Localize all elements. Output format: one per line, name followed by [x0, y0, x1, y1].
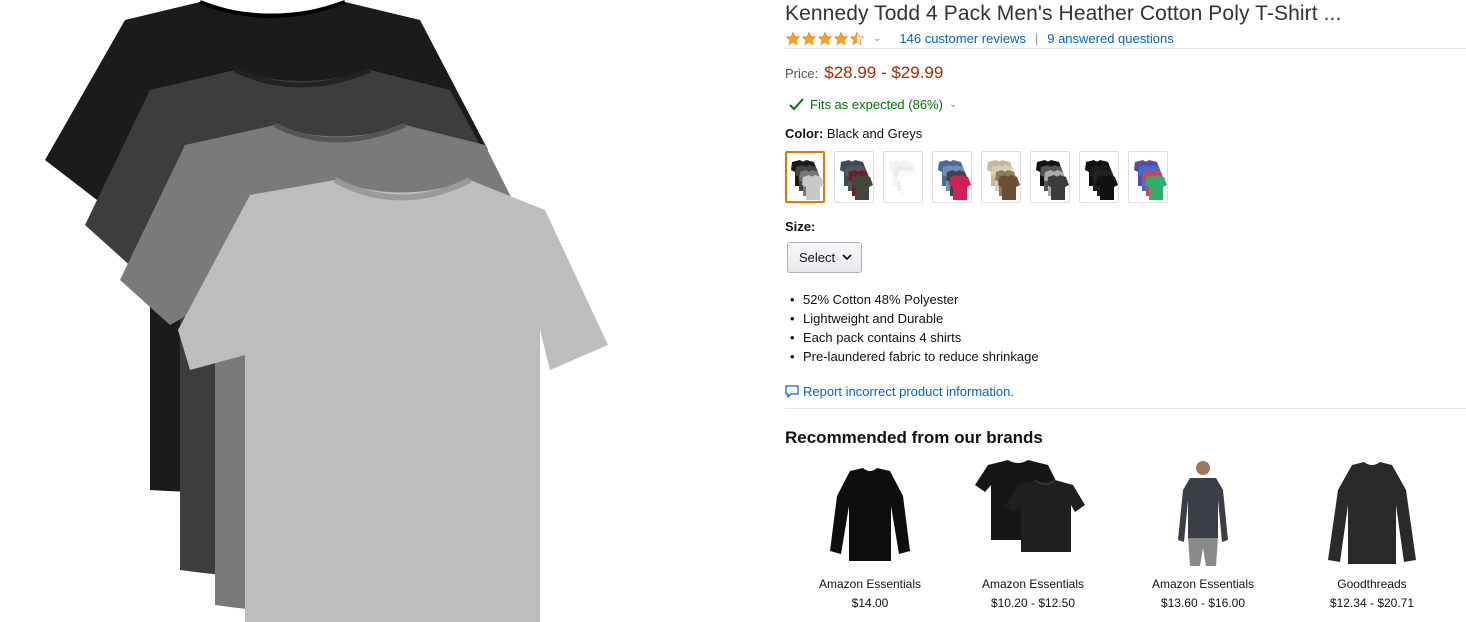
feature-bullet: Lightweight and Durable	[790, 309, 1039, 328]
fit-chevron-down-icon: ⌄	[948, 99, 958, 110]
swatch-tshirt-image	[791, 160, 824, 200]
recommended-item[interactable]: Goodthreads $12.34 - $20.71	[1287, 456, 1457, 610]
product-main-image[interactable]	[0, 0, 780, 622]
product-detail-panel: Kennedy Todd 4 Pack Men's Heather Cotton…	[785, 0, 1466, 622]
recommended-brand: Amazon Essentials	[1151, 577, 1255, 591]
customer-reviews-link[interactable]: 146 customer reviews	[899, 31, 1025, 46]
divider-line	[785, 48, 1466, 49]
price-label: Price:	[785, 66, 819, 81]
color-swatch-list	[785, 151, 1177, 203]
star-rating[interactable]	[785, 30, 865, 46]
product-title: Kennedy Todd 4 Pack Men's Heather Cotton…	[785, 2, 1342, 25]
color-swatch[interactable]	[785, 151, 825, 203]
color-selection-label: Color: Black and Greys	[785, 126, 922, 141]
recommended-item[interactable]: Amazon Essentials $13.60 - $16.00	[1118, 456, 1288, 610]
size-label: Size:	[785, 219, 816, 234]
color-swatch[interactable]	[1030, 151, 1070, 203]
feature-bullets: 52% Cotton 48% PolyesterLightweight and …	[790, 290, 1039, 366]
divider: |	[1034, 30, 1039, 46]
recommended-brand: Amazon Essentials	[981, 577, 1085, 591]
tshirt-stack-image	[45, 0, 608, 622]
star-full-icon	[833, 30, 849, 45]
color-swatch[interactable]	[883, 151, 923, 203]
report-link-text: Report incorrect product information.	[803, 384, 1014, 399]
swatch-tshirt-image	[1134, 160, 1167, 200]
feature-bullet: Pre-laundered fabric to reduce shrinkage	[790, 347, 1039, 366]
color-label: Color:	[785, 126, 824, 141]
price-value: $28.99 - $29.99	[824, 63, 944, 82]
recommended-products: Amazon Essentials $14.00 Amazon Essentia…	[785, 456, 1466, 622]
swatch-tshirt-image	[840, 160, 873, 200]
recommended-brand: Goodthreads	[1337, 577, 1407, 591]
report-incorrect-info-link[interactable]: Report incorrect product information.	[785, 384, 1014, 399]
star-full-icon	[817, 30, 833, 45]
tshirt-2pack-image	[975, 460, 1085, 552]
fit-indicator[interactable]: Fits as expected (86%) ⌄	[789, 97, 957, 112]
star-full-icon	[801, 30, 817, 45]
answered-questions-link[interactable]: 9 answered questions	[1047, 31, 1173, 46]
model-long-sleeve-image	[1178, 461, 1228, 566]
fit-text: Fits as expected (86%)	[810, 97, 943, 112]
rating-row: ⌄ 146 customer reviews | 9 answered ques…	[785, 30, 1174, 46]
recommended-brand: Amazon Essentials	[818, 577, 922, 591]
price-row: Price: $28.99 - $29.99	[785, 63, 943, 83]
color-swatch[interactable]	[981, 151, 1021, 203]
henley-sweater-image	[1328, 462, 1416, 564]
color-swatch[interactable]	[1079, 151, 1119, 203]
star-half-icon	[849, 30, 865, 45]
checkmark-icon	[789, 98, 804, 111]
recommended-section-title: Recommended from our brands	[785, 428, 1043, 447]
recommended-price: $10.20 - $12.50	[990, 596, 1076, 610]
recommended-price: $12.34 - $20.71	[1329, 596, 1415, 610]
comment-icon	[785, 385, 799, 398]
color-value: Black and Greys	[826, 126, 923, 141]
color-swatch[interactable]	[834, 151, 874, 203]
star-full-icon	[785, 30, 801, 45]
color-swatch[interactable]	[1128, 151, 1168, 203]
long-sleeve-shirt-image	[830, 468, 910, 561]
chevron-down-icon	[842, 254, 852, 261]
recommended-item[interactable]: Amazon Essentials $10.20 - $12.50	[948, 456, 1118, 610]
feature-bullet: Each pack contains 4 shirts	[790, 328, 1039, 347]
swatch-tshirt-image	[1085, 160, 1118, 200]
recommended-item[interactable]: Amazon Essentials $14.00	[785, 456, 955, 610]
swatch-tshirt-image	[889, 160, 922, 200]
feature-bullet: 52% Cotton 48% Polyester	[790, 290, 1039, 309]
rating-chevron-down-icon[interactable]: ⌄	[873, 33, 881, 44]
size-dropdown-value: Select	[799, 250, 836, 265]
swatch-tshirt-image	[1036, 160, 1069, 200]
swatch-tshirt-image	[938, 160, 971, 200]
divider-line	[785, 408, 1466, 409]
size-dropdown[interactable]: Select	[787, 242, 862, 273]
recommended-price: $14.00	[851, 596, 889, 610]
color-swatch[interactable]	[932, 151, 972, 203]
recommended-price: $13.60 - $16.00	[1160, 596, 1246, 610]
swatch-tshirt-image	[987, 160, 1020, 200]
